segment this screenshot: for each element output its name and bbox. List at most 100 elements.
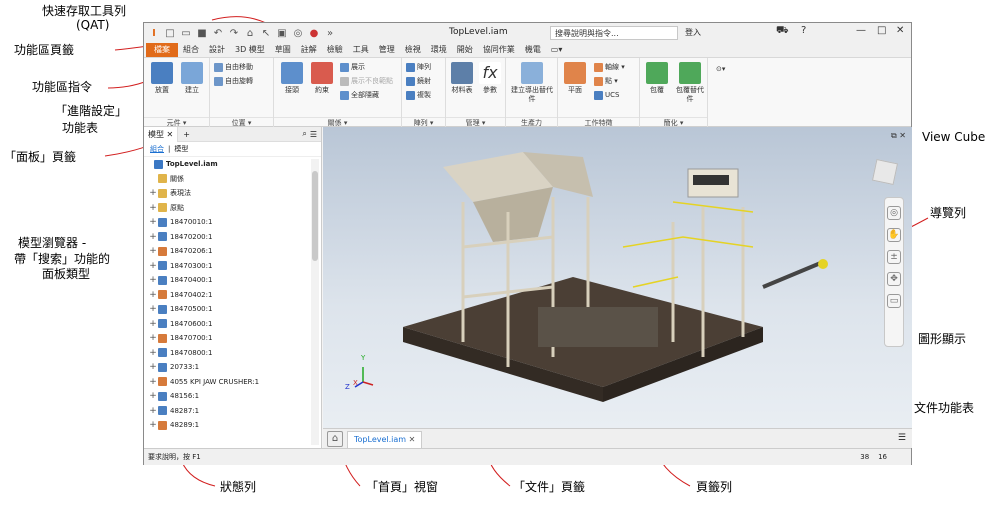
browser-scrollbar[interactable] [311,159,319,445]
ucs-button[interactable]: UCS [594,90,619,101]
scrollbar-thumb[interactable] [312,171,318,261]
tab-inspect[interactable]: 檢驗 [322,43,348,57]
browser-node[interactable]: +18470010:1 [144,215,308,230]
cart-icon[interactable]: ⛟ [776,25,789,38]
show-sick-button[interactable]: 展示不良範點 [340,76,393,87]
update-icon[interactable]: ▣ [276,27,288,39]
browser-node[interactable]: +18470402:1 [144,288,308,303]
browser-node[interactable]: 關係 [144,172,308,187]
document-menu-icon[interactable]: ☰ [898,433,906,443]
home-icon[interactable]: ⌂ [244,27,256,39]
material-icon[interactable]: ◎ [292,27,304,39]
browser-node[interactable]: +48289:1 [144,418,308,433]
tab-sketch[interactable]: 草圖 [270,43,296,57]
expand-icon[interactable]: + [148,346,158,361]
panel-controls-icon[interactable]: ⧉ ✕ [891,131,906,141]
expand-icon[interactable]: + [148,186,158,201]
pan-icon[interactable]: ✋ [887,228,901,242]
expand-icon[interactable]: + [148,259,158,274]
params-button[interactable]: fx 參數 [477,62,503,95]
expand-icon[interactable]: + [148,360,158,375]
expand-icon[interactable]: + [148,317,158,332]
tab-assemble[interactable]: 組合 [178,43,204,57]
expand-icon[interactable]: + [148,375,158,390]
shrinkwrap-button[interactable]: 包覆 [643,62,671,95]
maximize-icon[interactable]: □ [877,25,886,36]
expand-icon[interactable]: + [148,215,158,230]
close-doc-icon[interactable]: ✕ [409,435,416,444]
appearance-icon[interactable]: ● [308,27,320,39]
tab-model[interactable]: 模型 ✕ [144,126,179,142]
browser-node[interactable]: +20733:1 [144,360,308,375]
overflow-icon[interactable]: » [324,27,336,39]
help-search-input[interactable]: 搜尋說明與指令... [550,26,678,40]
create-button[interactable]: 建立 [178,62,206,95]
browser-node[interactable]: + 表現法 [144,186,308,201]
new-file-icon[interactable]: □ [164,27,176,39]
browser-node[interactable]: +48156:1 [144,389,308,404]
orbit-icon[interactable]: ✥ [887,272,901,286]
browser-node[interactable]: +18470600:1 [144,317,308,332]
undo-icon[interactable]: ↶ [212,27,224,39]
axis-button[interactable]: 軸線 ▾ [594,62,625,73]
subtab-assembly[interactable]: 組合 [150,144,164,154]
point-button[interactable]: 點 ▾ [594,76,618,87]
free-move-button[interactable]: 自由移動 [214,62,253,73]
browser-node[interactable]: TopLevel.iam [144,157,308,172]
expand-icon[interactable]: + [148,404,158,419]
zoom-icon[interactable]: ± [887,250,901,264]
expand-icon[interactable]: + [148,273,158,288]
tab-collaborate[interactable]: 協同作業 [478,43,520,57]
mirror-button[interactable]: 鏡射 [406,76,431,87]
help-button[interactable]: ? [801,25,806,36]
joint-button[interactable]: 接頭 [278,62,306,95]
steering-wheel-icon[interactable]: ◎ [887,206,901,220]
show-button[interactable]: 展示 [340,62,365,73]
graphics-window[interactable]: X Y Z ⧉ ✕ ◎ ✋ ± ✥ ▭ [323,127,912,428]
search-icon[interactable]: ⌕ [302,129,309,139]
browser-node[interactable]: +18470700:1 [144,331,308,346]
tab-manage[interactable]: 管理 [374,43,400,57]
look-at-icon[interactable]: ▭ [887,294,901,308]
browser-node[interactable]: +18470206:1 [144,244,308,259]
constrain-button[interactable]: 約束 [308,62,336,95]
tab-environments[interactable]: 環境 [426,43,452,57]
browser-node[interactable]: + 原點 [144,201,308,216]
tab-electromechanical[interactable]: 機電 [520,43,546,57]
browser-node[interactable]: +18470400:1 [144,273,308,288]
tab-3d-model[interactable]: 3D 模型 [230,43,270,57]
app-logo-icon[interactable]: I [148,27,160,39]
tab-get-started[interactable]: 開始 [452,43,478,57]
ribbon-options-icon[interactable]: ⊙▾ [716,64,725,75]
close-icon[interactable]: ✕ [896,25,904,36]
save-icon[interactable]: ■ [196,27,208,39]
expand-icon[interactable]: + [148,201,158,216]
login-link[interactable]: 登入 [685,27,701,38]
hamburger-menu-icon[interactable]: ☰ [310,130,321,139]
tab-annotate[interactable]: 註解 [296,43,322,57]
document-tab[interactable]: TopLevel.iam ✕ [347,431,423,449]
plane-button[interactable]: 平面 [561,62,589,95]
browser-node[interactable]: +18470200:1 [144,230,308,245]
copy-button[interactable]: 複製 [406,90,431,101]
select-icon[interactable]: ↖ [260,27,272,39]
expand-icon[interactable]: + [148,389,158,404]
redo-icon[interactable]: ↷ [228,27,240,39]
expand-icon[interactable]: + [148,230,158,245]
ribbon-extra-icon[interactable]: ▭▾ [546,43,568,57]
tab-view[interactable]: 檢視 [400,43,426,57]
array-button[interactable]: 陣列 [406,62,431,73]
browser-node[interactable]: +18470300:1 [144,259,308,274]
tab-file[interactable]: 檔案 [146,43,178,57]
shrinkwrap-substitute-button[interactable]: 包覆替代件 [675,62,705,104]
browser-node[interactable]: +4055 KPI JAW CRUSHER:1 [144,375,308,390]
browser-node[interactable]: +18470500:1 [144,302,308,317]
home-view-icon[interactable]: ⌂ [327,431,343,447]
tab-design[interactable]: 設計 [204,43,230,57]
browser-node[interactable]: +48287:1 [144,404,308,419]
expand-icon[interactable]: + [148,418,158,433]
expand-icon[interactable]: + [148,331,158,346]
minimize-icon[interactable]: — [856,25,866,36]
bom-button[interactable]: 材料表 [449,62,475,95]
open-folder-icon[interactable]: ▭ [180,27,192,39]
